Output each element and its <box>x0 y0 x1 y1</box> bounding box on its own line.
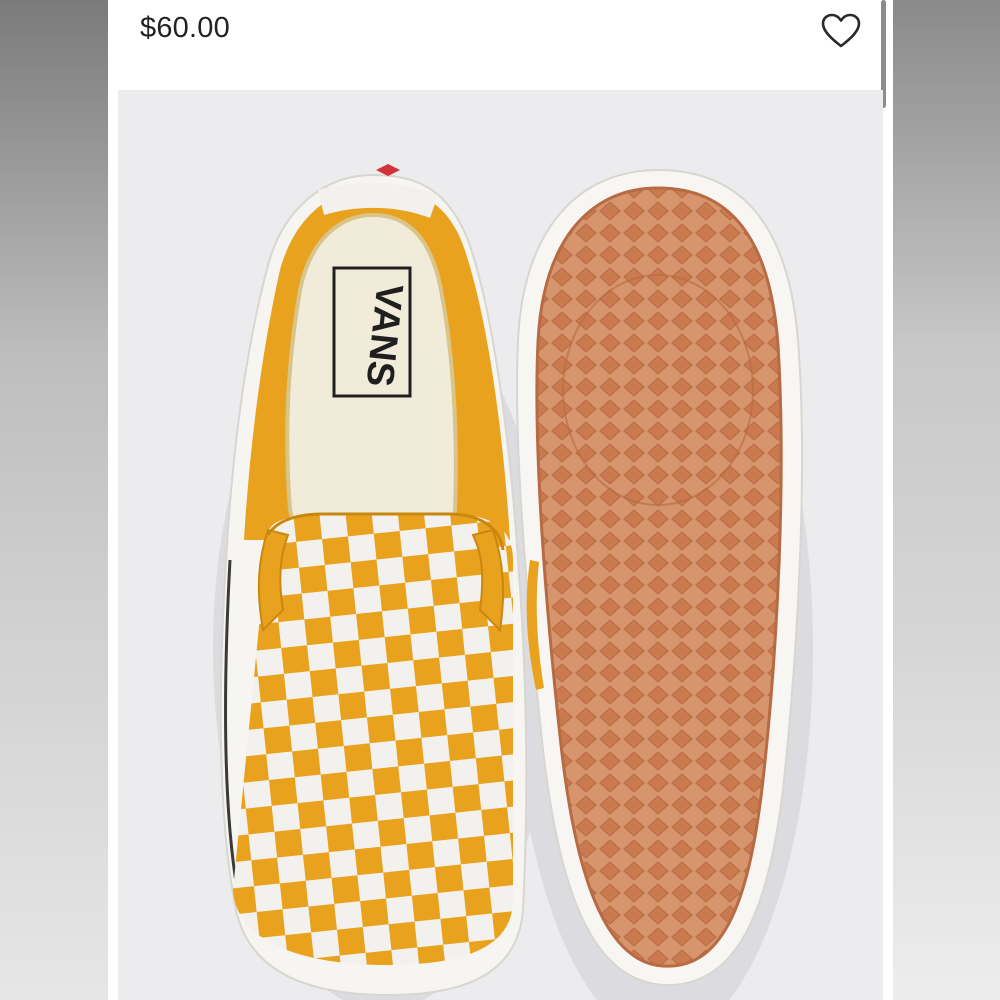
left-shoe-top-view: VANS <box>219 164 528 997</box>
listing-screen: $60.00 VANS <box>108 0 893 1000</box>
background-blur-right <box>893 0 1000 1000</box>
product-image[interactable]: VANS <box>118 90 883 1000</box>
heart-outline-icon <box>821 13 861 48</box>
background-blur-left <box>0 0 108 1000</box>
like-button[interactable] <box>818 8 864 54</box>
price-label: $60.00 <box>140 12 230 44</box>
shoe-photo: VANS <box>213 164 813 1000</box>
vans-logo: VANS <box>332 266 412 398</box>
